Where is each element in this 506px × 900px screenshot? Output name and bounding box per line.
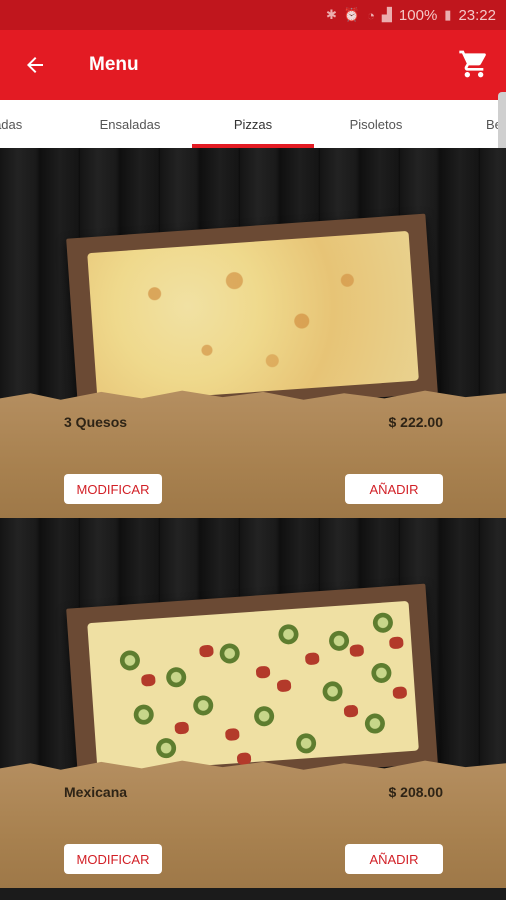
- tab-pisoletos[interactable]: Pisoletos: [315, 100, 437, 148]
- product-price: $ 208.00: [388, 784, 444, 800]
- product-image: [66, 213, 438, 419]
- product-list: 3 Quesos $ 222.00 MODIFICAR AÑADIR Mexic…: [0, 148, 506, 900]
- tab-bebidas[interactable]: Bebi: [438, 100, 506, 148]
- tab-label: Pisoletos: [349, 116, 403, 132]
- modify-button[interactable]: MODIFICAR: [64, 474, 162, 504]
- tab-label: Pizzas: [233, 116, 273, 132]
- tab-entradas[interactable]: radas: [0, 100, 67, 148]
- add-button[interactable]: AÑADIR: [345, 844, 443, 874]
- product-card: 3 Quesos $ 222.00 MODIFICAR AÑADIR: [0, 148, 506, 518]
- product-name: Mexicana: [64, 784, 128, 800]
- alarm-icon: ⏰: [343, 7, 361, 22]
- tab-label: radas: [0, 116, 23, 132]
- app-bar: Menu: [0, 30, 506, 100]
- arrow-left-icon: [27, 57, 43, 73]
- tab-ensaladas[interactable]: Ensaladas: [69, 100, 191, 148]
- tab-pizzas[interactable]: Pizzas: [192, 100, 314, 148]
- pizza-mexicana-image: [87, 600, 419, 773]
- product-card: Mexicana $ 208.00 MODIFICAR AÑADIR: [0, 518, 506, 888]
- cart-icon: [459, 50, 486, 78]
- category-tabs: radas Ensaladas Pizzas Pisoletos Bebi: [0, 100, 506, 148]
- product-name: 3 Quesos: [64, 414, 128, 430]
- product-price: $ 222.00: [388, 414, 444, 430]
- pizza-3-quesos-image: [87, 230, 419, 403]
- wifi-icon: ◔: [367, 7, 375, 23]
- cart-button[interactable]: [458, 48, 492, 82]
- clock: 23:22: [458, 6, 496, 24]
- back-button[interactable]: [0, 30, 70, 100]
- modify-button[interactable]: MODIFICAR: [64, 844, 162, 874]
- add-button[interactable]: AÑADIR: [345, 474, 443, 504]
- signal-icon: ▟: [381, 7, 392, 22]
- page-title: Menu: [89, 54, 139, 75]
- status-bar: ✱ ⏰ ◔ ▟ 100% ▮ 23:22: [0, 0, 506, 30]
- product-image: [66, 583, 438, 789]
- tab-label: Ensaladas: [99, 116, 161, 132]
- battery-icon: ▮: [444, 7, 452, 22]
- bluetooth-icon: ✱: [325, 7, 337, 22]
- battery-text: 100%: [398, 6, 438, 24]
